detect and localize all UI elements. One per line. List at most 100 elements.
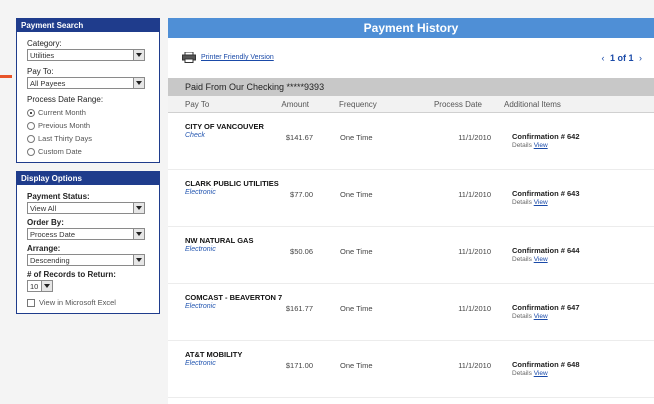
row-details: Details View [512, 199, 548, 206]
range-option-label: Current Month [38, 108, 86, 117]
excel-checkbox-row[interactable]: View in Microsoft Excel [27, 298, 149, 307]
range-option-current-month[interactable]: Current Month [27, 108, 149, 117]
radio-icon[interactable] [27, 134, 35, 143]
records-label: # of Records to Return: [27, 270, 116, 279]
toolbar: Printer Friendly Version ‹ 1 of 1 › [168, 38, 654, 72]
chevron-down-icon[interactable] [133, 203, 144, 213]
row-confirmation: Confirmation # 644 [512, 246, 580, 255]
chevron-down-icon[interactable] [133, 255, 144, 265]
row-method: Electronic [185, 246, 216, 253]
row-details: Details View [512, 142, 548, 149]
payment-search-title: Payment Search [17, 19, 159, 32]
row-amount: $161.77 [285, 304, 313, 313]
arrange-label: Arrange: [27, 244, 61, 253]
row-frequency: One Time [340, 304, 373, 313]
payment-status-label: Payment Status: [27, 192, 90, 201]
row-details: Details View [512, 370, 548, 377]
table-row: COMCAST - BEAVERTON 7 Electronic $161.77… [168, 284, 654, 341]
page-title: Payment History [168, 18, 654, 38]
row-payee: AT&T MOBILITY [185, 350, 243, 359]
radio-icon[interactable] [27, 147, 35, 156]
order-by-select[interactable]: Process Date [27, 228, 145, 240]
pay-to-value: All Payees [30, 79, 66, 88]
checkbox-icon[interactable] [27, 298, 35, 307]
radio-selected-icon[interactable] [27, 108, 35, 117]
pay-to-label: Pay To: [27, 67, 54, 76]
column-frequency: Frequency [339, 100, 377, 109]
row-method: Check [185, 132, 205, 139]
details-label: Details [512, 142, 532, 149]
payment-history-panel: Payment History Printer Friendly Version… [168, 18, 654, 404]
row-date: 11/1/2010 [458, 190, 491, 199]
payment-status-select[interactable]: View All [27, 202, 145, 214]
row-frequency: One Time [340, 190, 373, 199]
range-option-custom-date[interactable]: Custom Date [27, 147, 149, 156]
row-amount: $171.00 [285, 361, 313, 370]
row-details: Details View [512, 256, 548, 263]
arrange-select[interactable]: Descending [27, 254, 145, 266]
row-date: 11/1/2010 [458, 304, 491, 313]
pagination: ‹ 1 of 1 › [601, 53, 642, 63]
row-amount: $141.67 [285, 133, 313, 142]
arrange-value: Descending [30, 256, 70, 265]
display-options-title: Display Options [17, 172, 159, 185]
row-confirmation: Confirmation # 643 [512, 189, 580, 198]
row-frequency: One Time [340, 247, 373, 256]
details-label: Details [512, 199, 532, 206]
range-option-label: Custom Date [38, 147, 82, 156]
chevron-down-icon[interactable] [133, 50, 144, 60]
range-option-previous-month[interactable]: Previous Month [27, 121, 149, 130]
table-row: CLARK PUBLIC UTILITIES Electronic $77.00… [168, 170, 654, 227]
view-details-link[interactable]: View [534, 370, 548, 377]
accent-line [0, 75, 12, 78]
prev-page-button[interactable]: ‹ [601, 53, 604, 63]
view-details-link[interactable]: View [534, 199, 548, 206]
category-label: Category: [27, 39, 62, 48]
row-confirmation: Confirmation # 648 [512, 360, 580, 369]
table-row: NW NATURAL GAS Electronic $50.06 One Tim… [168, 227, 654, 284]
table-row: AT&T MOBILITY Electronic $171.00 One Tim… [168, 341, 654, 398]
column-additional-items: Additional Items [504, 100, 561, 109]
row-payee: CLARK PUBLIC UTILITIES [185, 179, 279, 188]
row-frequency: One Time [340, 133, 373, 142]
row-payee: COMCAST - BEAVERTON 7 [185, 293, 283, 302]
row-date: 11/1/2010 [458, 361, 491, 370]
row-date: 11/1/2010 [458, 247, 491, 256]
pay-to-select[interactable]: All Payees [27, 77, 145, 89]
chevron-down-icon[interactable] [133, 78, 144, 88]
view-details-link[interactable]: View [534, 142, 548, 149]
records-select[interactable]: 10 [27, 280, 53, 292]
records-value: 10 [30, 282, 39, 291]
details-label: Details [512, 256, 532, 263]
category-value: Utilities [30, 51, 55, 60]
column-amount: Amount [281, 100, 309, 109]
range-option-label: Previous Month [38, 121, 91, 130]
details-label: Details [512, 313, 532, 320]
payment-status-value: View All [30, 204, 57, 213]
date-range-label: Process Date Range: [27, 95, 104, 104]
next-page-button[interactable]: › [639, 53, 642, 63]
left-column: Payment Search Category: Utilities Pay T… [16, 18, 160, 314]
category-select[interactable]: Utilities [27, 49, 145, 61]
account-header: Paid From Our Checking *****9393 [168, 78, 654, 96]
chevron-down-icon[interactable] [133, 229, 144, 239]
printer-friendly-link[interactable]: Printer Friendly Version [201, 54, 274, 61]
column-pay-to: Pay To [185, 100, 210, 109]
row-method: Electronic [185, 360, 216, 367]
row-details: Details View [512, 313, 548, 320]
row-frequency: One Time [340, 361, 373, 370]
range-option-last-thirty-days[interactable]: Last Thirty Days [27, 134, 149, 143]
row-confirmation: Confirmation # 642 [512, 132, 580, 141]
display-options-panel: Display Options Payment Status: View All… [16, 171, 160, 314]
order-by-label: Order By: [27, 218, 64, 227]
details-label: Details [512, 370, 532, 377]
row-method: Electronic [185, 303, 216, 310]
column-process-date: Process Date [433, 100, 482, 109]
row-payee: NW NATURAL GAS [185, 236, 254, 245]
row-payee: CITY OF VANCOUVER [185, 122, 264, 131]
radio-icon[interactable] [27, 121, 35, 130]
chevron-down-icon[interactable] [41, 281, 52, 291]
printer-icon[interactable] [182, 52, 196, 63]
view-details-link[interactable]: View [534, 313, 548, 320]
view-details-link[interactable]: View [534, 256, 548, 263]
